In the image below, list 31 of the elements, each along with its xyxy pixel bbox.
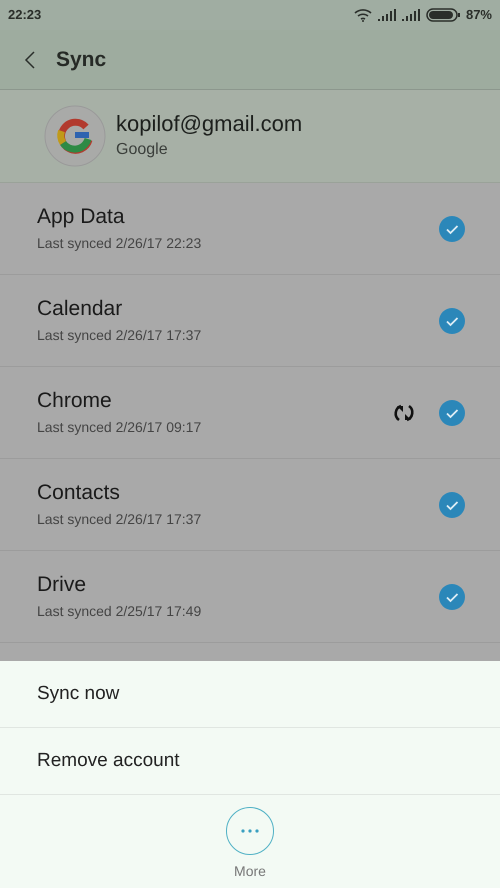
checkbox[interactable]	[439, 584, 465, 610]
checkbox[interactable]	[439, 400, 465, 426]
sync-item-name: App Data	[37, 204, 126, 230]
wifi-icon	[354, 8, 372, 22]
sync-item-name: Contacts	[37, 480, 121, 506]
last-synced-text: Last synced 2/26/17 09:17	[37, 418, 202, 437]
sync-item-name: Chrome	[37, 388, 113, 414]
google-logo-icon	[44, 105, 106, 167]
sync-item-name: Calendar	[37, 296, 124, 322]
page-title: Sync	[56, 46, 106, 73]
account-provider: Google	[116, 140, 169, 160]
checkbox[interactable]	[439, 308, 465, 334]
menu-item[interactable]: Sync now	[0, 661, 500, 728]
checkbox[interactable]	[439, 492, 465, 518]
last-synced-text: Last synced 2/26/17 17:37	[37, 326, 202, 345]
last-synced-text: Last synced 2/26/17 22:23	[37, 234, 202, 253]
back-icon	[24, 50, 36, 70]
more-icon	[241, 829, 259, 833]
battery-percent: 87%	[466, 6, 492, 24]
signal-icon	[378, 9, 396, 21]
status-time: 22:23	[8, 6, 42, 24]
battery-icon	[426, 8, 460, 22]
checkbox[interactable]	[439, 216, 465, 242]
more-label: More	[234, 862, 266, 881]
account-email: kopilof@gmail.com	[116, 110, 302, 138]
last-synced-text: Last synced 2/25/17 17:49	[37, 602, 202, 621]
last-synced-text: Last synced 2/26/17 17:37	[37, 510, 202, 529]
menu-item[interactable]: Remove account	[0, 728, 500, 795]
sync-item-name: Drive	[37, 572, 88, 598]
more-button[interactable]	[226, 807, 274, 855]
signal-icon	[402, 9, 420, 21]
